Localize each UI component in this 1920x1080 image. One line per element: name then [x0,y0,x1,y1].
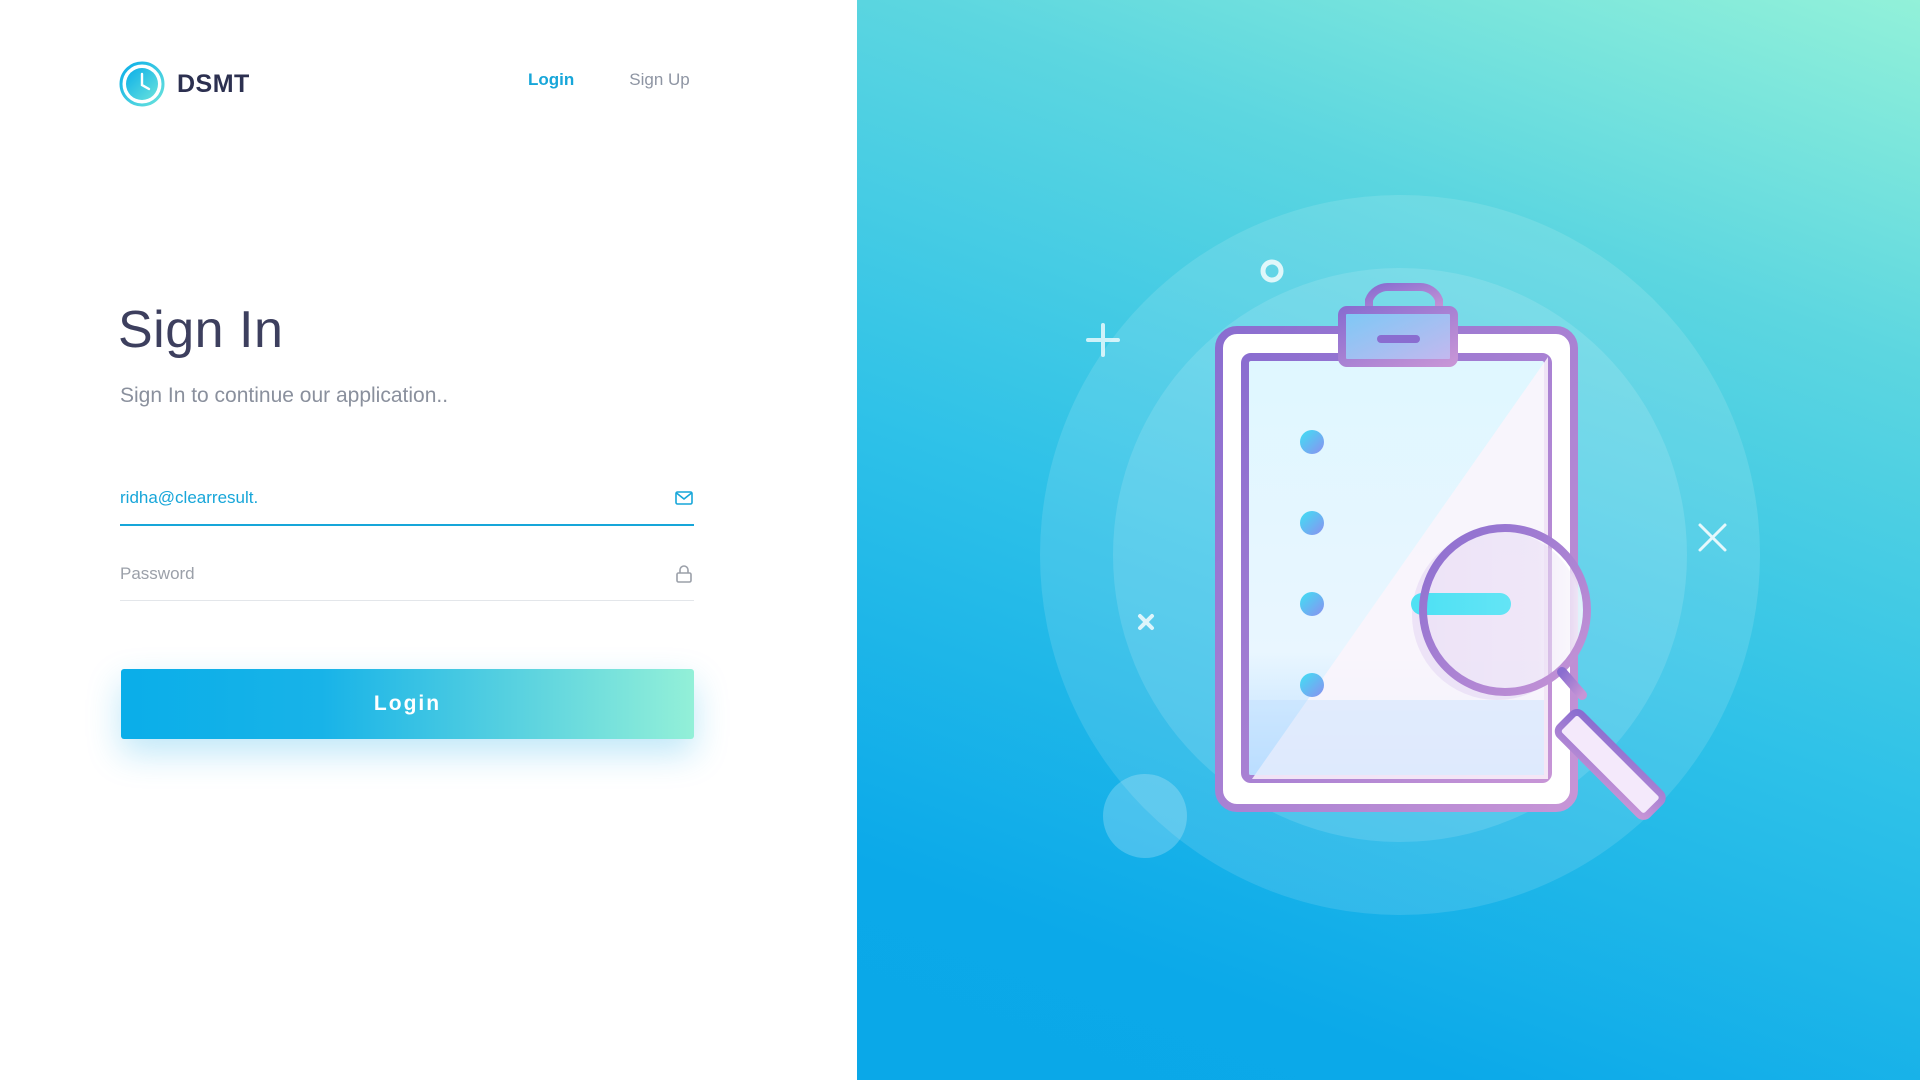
clock-icon [119,61,165,107]
page-title: Sign In [118,301,284,359]
auth-nav: Login Sign Up [528,70,690,90]
password-input[interactable] [120,554,640,594]
brand[interactable]: DSMT [119,61,250,107]
email-input[interactable] [120,478,640,518]
page-subtitle: Sign In to continue our application.. [120,384,449,407]
lock-icon [676,565,692,583]
brand-name: DSMT [177,69,250,98]
password-field [120,554,694,601]
email-field [120,478,694,526]
illustration-panel [857,0,1920,1080]
nav-signup-link[interactable]: Sign Up [629,70,689,90]
login-panel: DSMT Login Sign Up Sign In Sign In to co… [0,0,857,1080]
bg-bubble [1103,774,1187,858]
nav-login-link[interactable]: Login [528,70,574,90]
login-button[interactable]: Login [121,669,694,739]
clipboard-illustration [1040,195,1760,915]
mail-icon [675,491,693,505]
